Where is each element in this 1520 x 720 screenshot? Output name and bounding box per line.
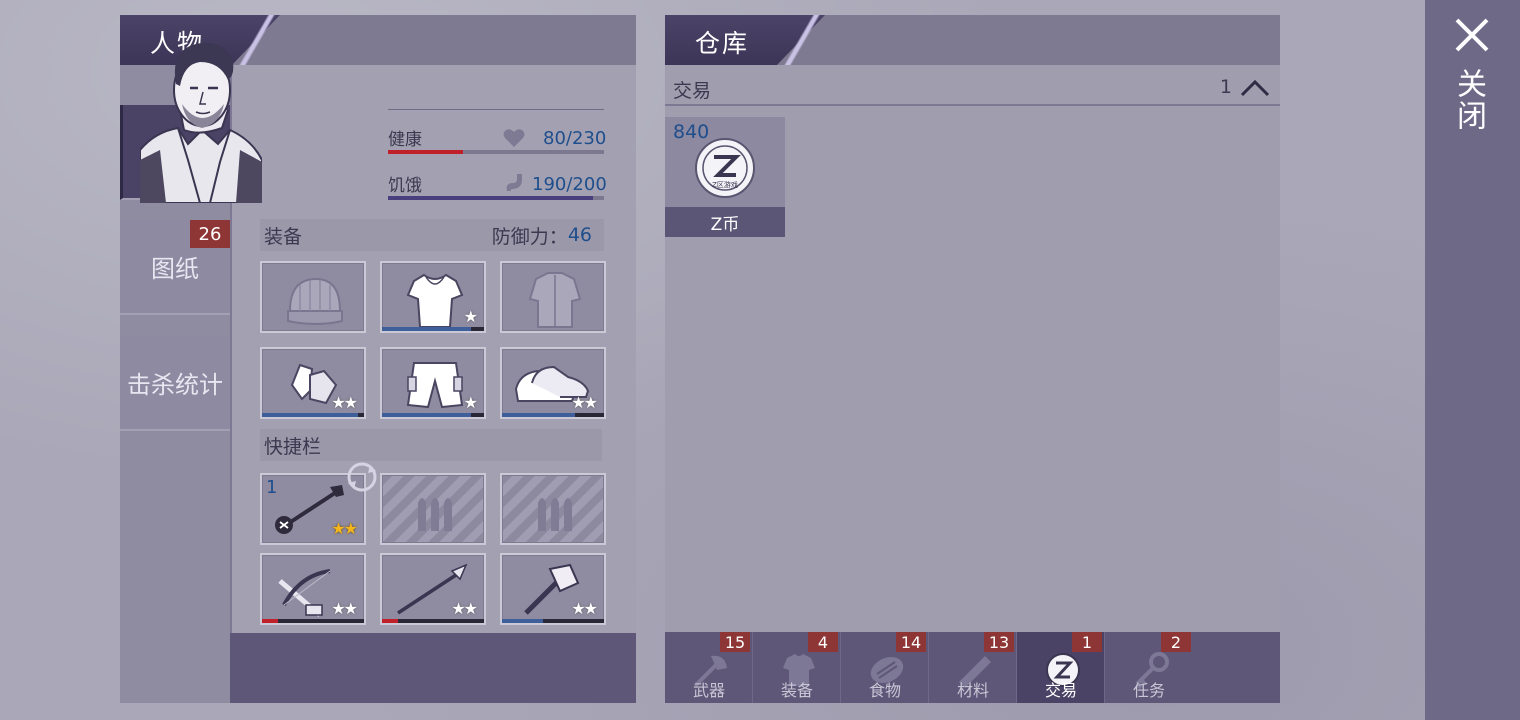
hotbar-slot-2[interactable] (380, 473, 486, 545)
spear-stars: ★★ (451, 599, 478, 618)
title-slash-decoration (777, 15, 827, 65)
gloves-durability-bar (262, 413, 364, 417)
tab-gear-label: 装备 (780, 681, 813, 700)
tab-trade[interactable]: 1 交易 (1017, 632, 1105, 703)
hotbar-slot-4[interactable]: ★★ (260, 553, 366, 625)
tab-quests[interactable]: 2 任务 (1105, 632, 1193, 703)
defense-label: 防御力： (491, 225, 568, 248)
chevron-up-icon[interactable] (1240, 78, 1270, 98)
item-name: Z币 (665, 207, 785, 237)
close-button[interactable]: 关闭 (1451, 68, 1490, 132)
hotbar-slot-1[interactable]: 1 ★★ (260, 462, 377, 545)
beanie-icon (287, 277, 343, 325)
shorts-stars: ★ (463, 393, 478, 412)
equip-slot-legs[interactable]: ★ (380, 347, 486, 419)
equip-slot-feet[interactable]: ★★ (500, 347, 606, 419)
health-bar (388, 150, 604, 154)
food-count-badge: 14 (896, 632, 926, 652)
stomach-icon (506, 174, 522, 191)
character-portrait (140, 42, 262, 203)
category-count: 1 (1219, 76, 1232, 98)
hotbar-slot-6[interactable]: ★★ (500, 553, 606, 625)
warehouse-panel-header: 仓库 (665, 15, 1280, 65)
tab-food-label: 食物 (868, 681, 901, 700)
health-label: 健康 (388, 130, 422, 150)
health-bar-fill (388, 150, 464, 154)
tab-materials[interactable]: 13 材料 (929, 632, 1017, 703)
trade-count-badge: 1 (1072, 632, 1102, 652)
ammo-placeholder-icon (538, 498, 572, 531)
hoodie-durability-bar (382, 327, 484, 331)
equipment-section-label: 装备 (264, 225, 303, 248)
stats-divider (388, 109, 604, 110)
hunger-bar (388, 196, 604, 200)
tab-food[interactable]: 14 食物 (841, 632, 929, 703)
coin-text: Z区游戏 (712, 180, 738, 189)
hotbar-slot-1-stars: ★★ (331, 519, 358, 538)
hunger-value: 190/200 (532, 174, 607, 195)
tab-kill-stats[interactable]: 击杀统计 (120, 336, 230, 431)
warehouse-title: 仓库 (695, 29, 750, 58)
ammo-placeholder-icon (418, 498, 452, 531)
tab-weapons-label: 武器 (692, 681, 725, 700)
blueprints-count-badge: 26 (190, 220, 230, 248)
equip-slot-body[interactable]: ★ (380, 261, 486, 333)
sledgehammer-durability-bar (502, 619, 604, 623)
quests-count-badge: 2 (1161, 632, 1191, 652)
category-label: 交易 (673, 80, 712, 102)
swap-icon[interactable] (344, 459, 380, 495)
spear-durability-bar (382, 619, 484, 623)
crossbow-durability-bar (262, 619, 364, 623)
sneakers-durability-bar (502, 413, 604, 417)
warehouse-panel: 仓库 交易 1 840 Z区游戏 Z币 15 武器 4 装备 14 食物 13 … (665, 15, 1280, 703)
sledgehammer-stars: ★★ (571, 599, 598, 618)
tab-materials-label: 材料 (956, 681, 989, 700)
tab-trade-label: 交易 (1044, 681, 1077, 700)
hotbar-slot-3[interactable] (500, 473, 606, 545)
hotbar-section-header: 快捷栏 (260, 429, 602, 461)
hunger-label: 饥饿 (388, 176, 422, 196)
gear-count-badge: 4 (808, 632, 838, 652)
close-icon[interactable] (1452, 15, 1492, 55)
hotbar-section-label: 快捷栏 (264, 435, 322, 458)
tab-blueprints[interactable]: 图纸 26 (120, 220, 230, 315)
warehouse-category-tabs: 15 武器 4 装备 14 食物 13 材料 1 交易 2 任务 (665, 632, 1280, 703)
tab-quests-label: 任务 (1132, 681, 1165, 700)
tab-blueprints-label: 图纸 (151, 255, 199, 283)
equip-slot-head[interactable] (260, 261, 366, 333)
materials-count-badge: 13 (984, 632, 1014, 652)
sneakers-stars: ★★ (571, 393, 598, 412)
hoodie-icon (406, 273, 464, 328)
warehouse-category-row[interactable]: 交易 1 (665, 70, 1280, 106)
equip-slot-hands[interactable]: ★★ (260, 347, 366, 419)
shorts-icon (406, 362, 464, 409)
hotbar-slot-5[interactable]: ★★ (380, 553, 486, 625)
tab-gear[interactable]: 4 装备 (753, 632, 841, 703)
weapons-count-badge: 15 (720, 632, 750, 652)
equip-slot-outer[interactable] (500, 261, 606, 333)
item-z-coin[interactable]: 840 Z区游戏 Z币 (665, 117, 785, 237)
health-value: 80/230 (543, 128, 607, 149)
hunger-bar-fill (388, 196, 594, 200)
gloves-stars: ★★ (331, 393, 358, 412)
tab-kill-stats-label: 击杀统计 (127, 371, 223, 399)
shorts-durability-bar (382, 413, 484, 417)
defense-value: 46 (567, 224, 592, 246)
character-bottom-bar (230, 633, 636, 703)
heart-icon (503, 129, 525, 147)
crossbow-stars: ★★ (331, 599, 358, 618)
tab-weapons[interactable]: 15 武器 (665, 632, 753, 703)
jacket-icon (528, 272, 582, 328)
z-coin-icon: Z区游戏 (695, 138, 755, 198)
equipment-section-header: 装备 防御力： 46 (260, 219, 604, 251)
hoodie-stars: ★ (463, 307, 478, 326)
